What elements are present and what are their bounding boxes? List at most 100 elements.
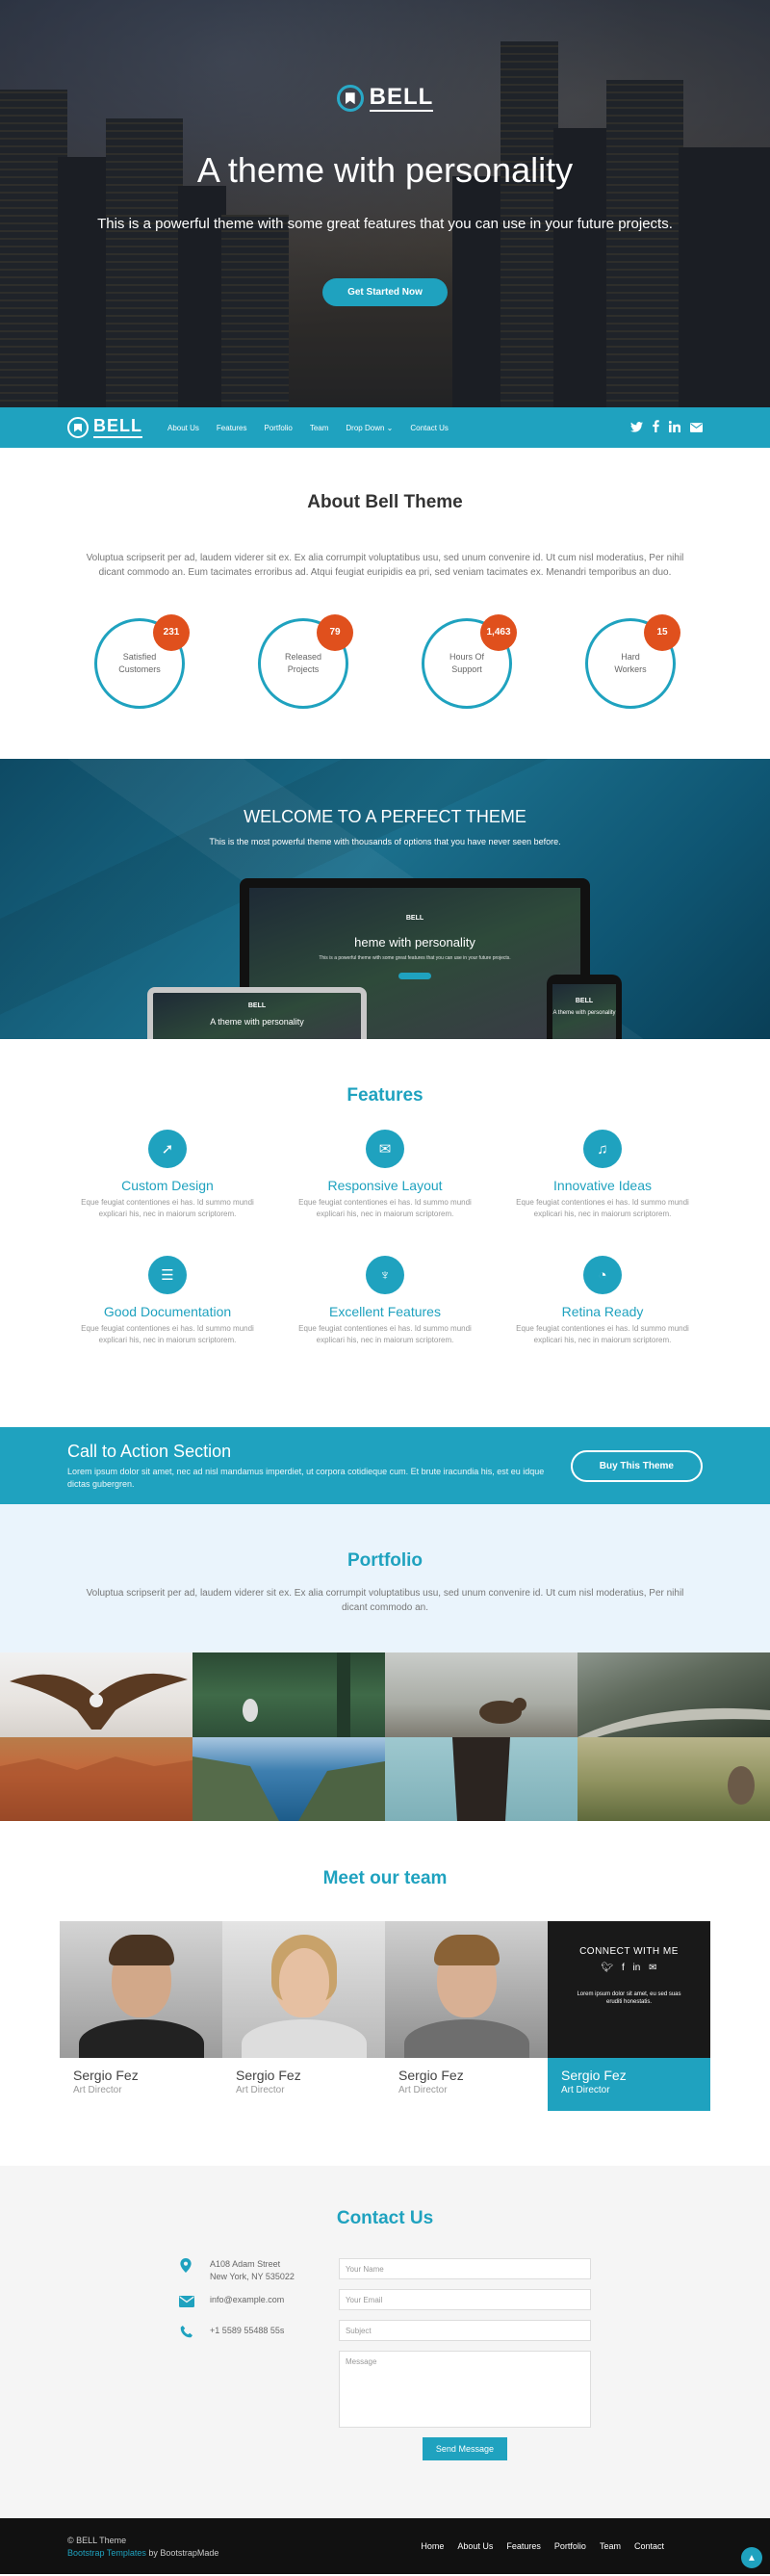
counter-label: Hours Of: [449, 652, 484, 663]
welcome-subtitle: This is the most powerful theme with tho…: [209, 837, 561, 846]
member-name: Sergio Fez: [73, 2068, 139, 2083]
nav-item-about[interactable]: About Us: [167, 424, 199, 432]
portfolio-item-fjord[interactable]: [192, 1737, 385, 1821]
feature-retina-ready: ◔ Retina Ready Eque feugiat contentiones…: [494, 1256, 711, 1345]
portfolio-item-girl[interactable]: [385, 1737, 578, 1821]
cta-title: Call to Action Section: [67, 1442, 232, 1462]
nav-item-contact[interactable]: Contact Us: [410, 424, 449, 432]
twitter-icon[interactable]: 🐦︎: [601, 1963, 613, 1973]
send-message-button[interactable]: Send Message: [422, 2437, 507, 2460]
footer-link-portfolio[interactable]: Portfolio: [554, 2541, 586, 2551]
rocket-icon: ➚: [148, 1130, 187, 1168]
subject-field[interactable]: Subject: [338, 2320, 591, 2341]
envelope-icon[interactable]: ✉: [649, 1963, 656, 1973]
feature-title: Good Documentation: [103, 1304, 232, 1320]
counter-label: Support: [451, 664, 482, 674]
feature-text: Eque feugiat contentiones ei has. Id sum…: [516, 1324, 689, 1344]
member-photo: [60, 1921, 222, 2058]
footer-link-contact[interactable]: Contact: [634, 2541, 664, 2551]
team-member-card[interactable]: Sergio Fez Art Director: [222, 1921, 385, 2111]
nav-item-dropdown[interactable]: Drop Down ⌄: [346, 424, 393, 432]
counter-badge: 15: [644, 614, 680, 651]
phone-mockup: BELL A theme with personality: [547, 975, 622, 1039]
mockup-brand: BELL: [405, 915, 424, 922]
features-title: Features: [346, 1085, 424, 1106]
contact-form: Your Name Your Email Subject Message Sen…: [338, 2258, 591, 2460]
member-role: Art Director: [561, 2085, 610, 2095]
member-role: Art Director: [236, 2085, 285, 2095]
team-member-card[interactable]: Sergio Fez Art Director: [385, 1921, 548, 2111]
feature-good-documentation: ☰ Good Documentation Eque feugiat conten…: [59, 1256, 276, 1345]
feature-title: Retina Ready: [561, 1304, 644, 1320]
member-name: Sergio Fez: [236, 2068, 301, 2083]
member-photo: [385, 1921, 548, 2058]
mockup-title: A theme with personality: [210, 1017, 304, 1027]
about-section: About Bell Theme Voluptua scripserit per…: [0, 448, 770, 759]
hero-title: A theme with personality: [196, 150, 574, 191]
portfolio-item-canyon[interactable]: [0, 1737, 192, 1821]
welcome-section: WELCOME TO A PERFECT THEME This is the m…: [0, 759, 770, 1039]
counter-label: Satisfied: [122, 652, 157, 663]
member-photo: [222, 1921, 385, 2058]
facebook-icon[interactable]: [653, 420, 659, 435]
laptop-mockup: BELL A theme with personality: [147, 987, 367, 1039]
portfolio-item-road[interactable]: [578, 1652, 770, 1737]
map-marker-icon: [179, 2258, 192, 2278]
connect-title: CONNECT WITH ME: [579, 1946, 679, 1957]
feature-responsive-layout: ✉ Responsive Layout Eque feugiat content…: [276, 1130, 494, 1219]
database-icon: ☰: [148, 1256, 187, 1295]
portfolio-item-forest-bird[interactable]: [192, 1652, 385, 1737]
about-title: About Bell Theme: [307, 492, 463, 512]
counter-badge: 1,463: [480, 614, 517, 651]
features-section: Features ➚ Custom Design Eque feugiat co…: [0, 1039, 770, 1427]
feature-title: Responsive Layout: [327, 1178, 443, 1193]
envelope-icon: [179, 2294, 195, 2313]
feature-text: Eque feugiat contentiones ei has. Id sum…: [516, 1198, 689, 1218]
twitter-icon[interactable]: [630, 421, 643, 435]
feature-text: Eque feugiat contentiones ei has. Id sum…: [298, 1198, 472, 1218]
name-field[interactable]: Your Name: [338, 2258, 591, 2279]
nav-item-portfolio[interactable]: Portfolio: [264, 424, 292, 432]
member-role: Art Director: [73, 2085, 122, 2095]
footer-link-about[interactable]: About Us: [457, 2541, 493, 2551]
contact-email[interactable]: info@example.com: [210, 2294, 284, 2306]
credit-link[interactable]: Bootstrap Templates: [67, 2548, 146, 2558]
linkedin-icon[interactable]: in: [633, 1963, 641, 1973]
team-member-card-active[interactable]: CONNECT WITH ME 🐦︎ f in ✉ Lorem ipsum do…: [548, 1921, 710, 2111]
footer-link-home[interactable]: Home: [421, 2541, 444, 2551]
team-member-card[interactable]: Sergio Fez Art Director: [60, 1921, 222, 2111]
counter-badge: 79: [317, 614, 353, 651]
contact-phone[interactable]: +1 5589 55488 55s: [210, 2325, 284, 2337]
nav-item-team[interactable]: Team: [310, 424, 329, 432]
feature-custom-design: ➚ Custom Design Eque feugiat contentione…: [59, 1130, 276, 1219]
email-field[interactable]: Your Email: [338, 2289, 591, 2310]
get-started-button[interactable]: Get Started Now: [322, 278, 448, 307]
portfolio-item-eagle[interactable]: [0, 1652, 192, 1737]
contact-info: A108 Adam Street New York, NY 535022 info…: [179, 2258, 295, 2460]
nav-brand: BELL: [93, 416, 142, 438]
portfolio-section: Portfolio Voluptua scripserit per ad, la…: [0, 1504, 770, 1652]
message-field[interactable]: Message: [338, 2351, 591, 2428]
linkedin-icon[interactable]: [668, 420, 681, 435]
envelope-icon[interactable]: [690, 421, 703, 435]
footer-link-team[interactable]: Team: [600, 2541, 621, 2551]
address-line-2: New York, NY 535022: [210, 2271, 295, 2281]
cutlery-icon: ♆: [366, 1256, 404, 1295]
back-to-top-icon[interactable]: ▲: [741, 2547, 762, 2568]
bell-icon: ♫: [583, 1130, 622, 1168]
portfolio-item-grass[interactable]: [578, 1737, 770, 1821]
portfolio-item-bear[interactable]: [385, 1652, 578, 1737]
contact-section: Contact Us A108 Adam Street New York, NY …: [0, 2166, 770, 2518]
phone-icon: [179, 2325, 192, 2344]
address-line-1: A108 Adam Street: [210, 2259, 281, 2269]
nav-logo[interactable]: BELL: [67, 416, 142, 438]
team-title: Meet our team: [322, 1868, 448, 1888]
cta-text: Lorem ipsum dolor sit amet, nec ad nisl …: [67, 1467, 545, 1489]
footer-link-features[interactable]: Features: [506, 2541, 541, 2551]
connect-overlay: CONNECT WITH ME 🐦︎ f in ✉ Lorem ipsum do…: [548, 1921, 710, 2058]
facebook-icon[interactable]: f: [622, 1963, 625, 1973]
nav-item-features[interactable]: Features: [217, 424, 247, 432]
buy-theme-button[interactable]: Buy This Theme: [570, 1449, 703, 1482]
member-photo: CONNECT WITH ME 🐦︎ f in ✉ Lorem ipsum do…: [548, 1921, 710, 2058]
hero-subtitle: This is a powerful theme with some great…: [97, 216, 673, 233]
